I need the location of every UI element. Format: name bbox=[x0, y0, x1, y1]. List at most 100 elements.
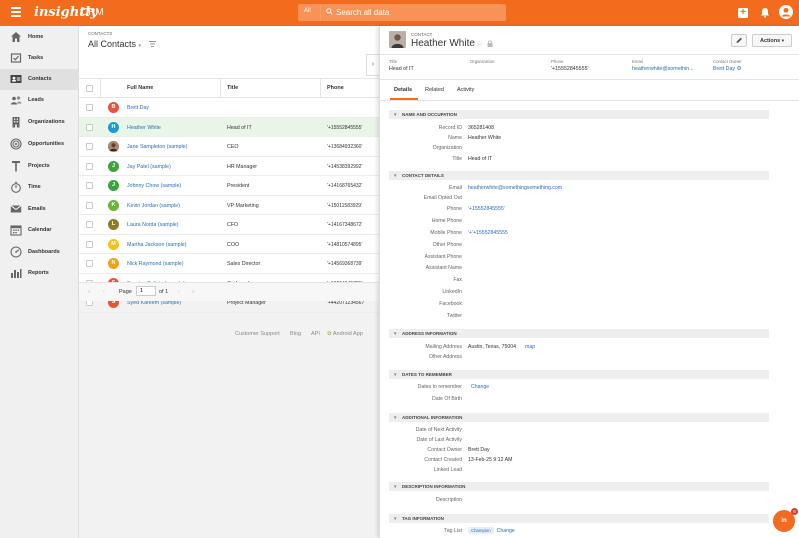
table-row[interactable]: K Kevin Jordan (sample) VP Marketing '+1501… bbox=[79, 196, 379, 215]
divider bbox=[380, 100, 799, 101]
contact-name-link[interactable]: Jane Sampleton (sample) bbox=[127, 144, 187, 150]
actions-dropdown[interactable]: Actions ▾ bbox=[752, 34, 792, 47]
section-header-description[interactable]: ▼ DESCRIPTION INFORMATION bbox=[389, 482, 769, 491]
row-checkbox[interactable] bbox=[86, 104, 93, 111]
header-field-label: Email bbox=[632, 59, 643, 64]
avatar: B bbox=[108, 102, 119, 113]
search-bar[interactable]: All bbox=[298, 4, 506, 21]
map-link[interactable]: map bbox=[525, 344, 535, 350]
tag-pill[interactable]: Champion bbox=[468, 527, 494, 534]
change-tags-link[interactable]: Change bbox=[497, 528, 515, 534]
section-header-dates[interactable]: ▼ DATES TO REMEMBER bbox=[389, 370, 769, 379]
view-selector[interactable]: All Contacts ▾ bbox=[88, 39, 141, 49]
prev-page-icon[interactable]: ‹ bbox=[103, 289, 105, 295]
avatar: J bbox=[108, 180, 119, 191]
contact-name-link[interactable]: Johnny Chow (sample) bbox=[127, 183, 181, 189]
column-header-phone[interactable]: Phone bbox=[327, 85, 344, 91]
table-row[interactable]: N Nick Raymond (sample) Sales Director '+14… bbox=[79, 254, 379, 274]
header-email-link[interactable]: heatherwhite@somethin... bbox=[632, 66, 694, 72]
row-checkbox[interactable] bbox=[86, 123, 93, 131]
column-header-name[interactable]: Full Name bbox=[127, 85, 153, 91]
select-all-checkbox[interactable] bbox=[86, 85, 93, 92]
contact-photo[interactable] bbox=[389, 31, 406, 48]
section-header-tags[interactable]: ▼ TAG INFORMATION bbox=[389, 514, 769, 523]
star-icon[interactable]: ☆ bbox=[476, 39, 483, 48]
section-header-address[interactable]: ▼ ADDRESS INFORMATION bbox=[389, 329, 769, 338]
email-link[interactable]: heatherwhite@somethingsomething.com bbox=[468, 185, 562, 191]
sidebar-item-contacts[interactable]: Contacts bbox=[0, 69, 79, 90]
field-label: Date Of Birth bbox=[432, 396, 462, 402]
footer-link[interactable]: Customer Support bbox=[235, 331, 280, 337]
footer-link[interactable]: API bbox=[311, 331, 320, 337]
table-row[interactable]: H Heather White Head of IT '+15552845555' bbox=[79, 117, 379, 137]
search-input[interactable] bbox=[336, 6, 496, 19]
row-checkbox[interactable] bbox=[86, 162, 93, 170]
contact-name-link[interactable]: Jay Patel (sample) bbox=[127, 164, 171, 170]
avatar: M bbox=[108, 238, 119, 250]
phone-link[interactable]: '+15552845555' bbox=[468, 206, 505, 212]
row-checkbox[interactable] bbox=[86, 221, 93, 228]
contact-name-link[interactable]: Nick Raymond (sample) bbox=[127, 261, 184, 267]
tab-details[interactable]: Details bbox=[394, 87, 412, 93]
sidebar-item-calendar[interactable]: Calendar bbox=[0, 220, 79, 241]
tab-activity[interactable]: Activity bbox=[457, 87, 474, 93]
row-checkbox[interactable] bbox=[86, 260, 93, 267]
sidebar-item-leads[interactable]: Leads bbox=[0, 90, 79, 111]
filter-icon[interactable] bbox=[149, 41, 156, 47]
search-scope[interactable]: All bbox=[304, 8, 311, 14]
row-checkbox[interactable] bbox=[86, 240, 93, 248]
table-row[interactable]: J Jay Patel (sample) HR Manager '+145383929… bbox=[79, 157, 379, 176]
first-page-icon[interactable]: « bbox=[88, 289, 91, 295]
lock-icon[interactable] bbox=[487, 40, 493, 47]
footer-link[interactable]: Blog bbox=[290, 331, 301, 337]
row-checkbox[interactable] bbox=[86, 201, 93, 209]
sidebar-item-label: Organizations bbox=[28, 119, 65, 125]
section-header-name[interactable]: ▼ NAME AND OCCUPATION bbox=[389, 110, 769, 119]
sidebar-item-organizations[interactable]: Organizations bbox=[0, 112, 79, 133]
avatar: K bbox=[108, 199, 119, 211]
sidebar-item-tasks[interactable]: Tasks bbox=[0, 48, 79, 69]
pencil-icon bbox=[736, 37, 742, 43]
sidebar-item-reports[interactable]: Reports bbox=[0, 263, 79, 284]
collapse-panel-button[interactable]: › bbox=[366, 54, 379, 76]
mobile-phone-link[interactable]: '+'+15552845555 bbox=[468, 230, 508, 236]
field-label: Facebook bbox=[439, 301, 462, 307]
sidebar-item-dashboards[interactable]: Dashboards bbox=[0, 242, 79, 263]
row-checkbox[interactable] bbox=[86, 143, 93, 150]
bell-icon[interactable] bbox=[760, 7, 770, 18]
next-page-icon[interactable]: › bbox=[178, 289, 180, 295]
tasks-icon bbox=[10, 53, 22, 63]
contact-name-link[interactable]: Kevin Jordan (sample) bbox=[127, 203, 180, 209]
contact-title: COO bbox=[227, 241, 240, 248]
menu-icon[interactable] bbox=[11, 7, 21, 17]
sidebar-item-time[interactable]: Time bbox=[0, 177, 79, 198]
contact-name-link[interactable]: Laura Norda (sample) bbox=[127, 222, 179, 228]
header-owner-link[interactable]: Brett Day ⚙ bbox=[713, 66, 741, 72]
table-row[interactable]: B Brett Day bbox=[79, 98, 379, 118]
avatar: H bbox=[108, 121, 119, 133]
sidebar-item-projects[interactable]: Projects bbox=[0, 156, 79, 177]
user-icon[interactable] bbox=[779, 5, 793, 19]
table-row[interactable]: Jane Sampleton (sample) CEO '+13684932360' bbox=[79, 137, 379, 157]
contact-name-link[interactable]: Heather White bbox=[127, 125, 161, 131]
table-row[interactable]: L Laura Norda (sample) CFO '+14167348672' bbox=[79, 215, 379, 235]
plus-icon[interactable]: + bbox=[738, 8, 748, 18]
sidebar-item-opportunities[interactable]: Opportunities bbox=[0, 134, 79, 155]
last-page-icon[interactable]: » bbox=[192, 289, 195, 295]
section-header-contact[interactable]: ▼ CONTACT DETAILS bbox=[389, 171, 769, 180]
page-input[interactable] bbox=[136, 286, 156, 296]
column-header-title[interactable]: Title bbox=[227, 85, 238, 91]
edit-button[interactable] bbox=[731, 34, 747, 47]
section-header-additional[interactable]: ▼ ADDITIONAL INFORMATION bbox=[389, 413, 769, 422]
sidebar-item-home[interactable]: Home bbox=[0, 27, 79, 48]
sidebar-item-emails[interactable]: Emails bbox=[0, 199, 79, 220]
row-checkbox[interactable] bbox=[86, 182, 93, 189]
table-row[interactable]: J Johnny Chow (sample) President '+14168765… bbox=[79, 176, 379, 196]
change-dates-link[interactable]: Change bbox=[471, 384, 489, 390]
contact-name-link[interactable]: Martha Jackson (sample) bbox=[127, 242, 186, 248]
table-row[interactable]: M Martha Jackson (sample) COO '+14810574895… bbox=[79, 235, 379, 254]
tab-related[interactable]: Related bbox=[425, 87, 444, 93]
footer-link-android[interactable]: ✿ Android App bbox=[327, 331, 363, 337]
chevron-down-icon: ▼ bbox=[393, 173, 398, 178]
contact-name-link[interactable]: Brett Day bbox=[127, 105, 149, 111]
